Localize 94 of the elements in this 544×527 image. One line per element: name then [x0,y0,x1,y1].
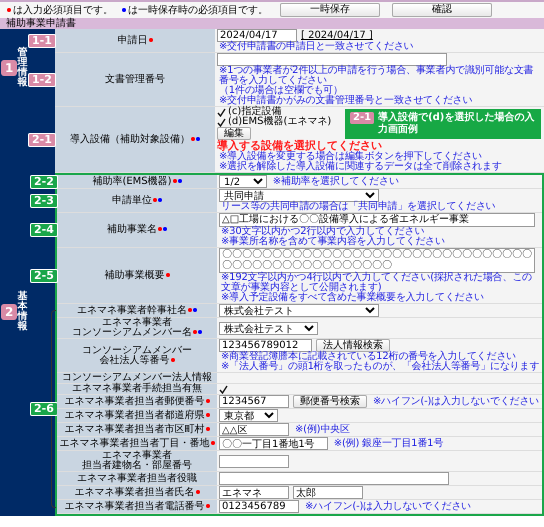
step-badge: 2-6 [30,402,58,416]
field-label: エネマネ事業者 [60,438,130,448]
select-field[interactable]: 共同申請 [219,189,379,202]
step-badge: 2-1 [350,112,374,124]
select-field[interactable]: 株式会社テスト [219,322,318,334]
input-field[interactable]: 0123456789 [219,500,299,513]
field-label: 手続担当有無 [142,383,202,394]
section-badge: 2 [1,304,18,320]
reference-date: [ 2024/04/17 ] [301,30,373,41]
action-button[interactable]: 法人情報検索 [316,339,390,352]
field-label: エネマネ事業者 [74,486,144,498]
note-text: ※「法人番号」の頭1桁を取ったものが、「会社法人等番号」になります [220,362,540,372]
note-text: ※交付申請書かがみの文書管理番号と一致させてください [218,96,472,106]
note-text: ※192文字以内かつ4行以内で入力してください(採択された場合、この文章が事業内容として公開されます) [220,273,533,293]
note-text: ※交付申請書の申請日と一致させてください [218,42,414,52]
note-text: ※ハイフン(-)は入力しないでください [304,502,471,512]
input-field[interactable]: △△区 [219,423,289,436]
legend-text: は一時保存時の必須項目です。 [128,4,268,16]
note-text: リース等の共同申請の場合は「共同申請」を選択してください [220,202,496,212]
section-badge: 1 [1,60,18,76]
toolbar-button[interactable]: 一時保存 [280,3,380,17]
input-field[interactable]: 〇〇一丁目1番地1号 [219,437,328,450]
select-field[interactable]: 株式会社テスト [219,304,379,317]
step-badge: 2-3 [30,194,58,208]
field-label: エネマネ事業者 [77,472,147,484]
input-field[interactable]: 123456789012 [219,339,312,352]
section-title: 管理情報 [17,48,28,88]
legend-text: は入力必須項目です。 [13,4,113,16]
input-field[interactable]: エネマネ [219,486,289,499]
note-text: ※ハイフン(-)は入力しないでください [372,396,539,406]
field-label: 担当者役職 [147,472,197,484]
toolbar-button[interactable]: 確認 [392,3,492,17]
field-label: 担当者市区町村 [134,424,204,434]
field-label: コンソーシアムメンバー [82,344,192,356]
field-label: 補助事業名 [107,224,157,235]
callout-text: 導入設備で(d)を選択した場合の入力画面例 [378,112,536,136]
action-button[interactable]: 編集 [217,127,251,140]
input-field[interactable]: 1234567 [219,395,289,408]
field-label: エネマネ事業者 [72,383,142,394]
field-label: 法人情報 [172,372,212,383]
field-label: エネマネ事業者 [64,396,134,406]
step-badge: 2-1 [28,132,56,146]
step-badge: 1-2 [28,72,56,86]
field-label: エネマネ事業者 [102,450,172,461]
field-label: コンソーシアムメンバー [62,372,172,383]
input-field[interactable] [217,53,447,66]
alert-text: 導入する設備を選択してください [217,140,382,152]
field-label: 担当者郵便番号 [134,396,204,406]
select-field[interactable]: 1/2 [219,175,267,188]
field-label: 担当者建物名・部屋番号 [82,460,192,471]
step-badge: 2-4 [30,223,58,237]
field-label: 担当者都道府県 [134,410,204,420]
field-label: 文書管理番号 [105,74,165,84]
step-badge: 2-2 [30,174,58,188]
field-label: 担当者電話番号 [134,500,204,512]
note-text: ※30文字以内かつ2行以内で入力してください [220,227,424,237]
field-label: 導入設備（補助対象設備） [70,134,190,144]
field-label: エネマネ事業者 [64,410,134,420]
check-label: (d)EMS機器(エネマネ) [228,117,332,127]
section-title: 基本情報 [17,292,28,332]
field-label: エネマネ事業者 [102,317,172,328]
note-text: ※選択を解除した導入設備に関連するデータは全て削除されます [218,162,502,172]
note-text: ※事業所名称を含めて事業内容を入力してください [220,237,445,247]
note-text: ※1つの事業者が2件以上の申請を行う場合、事業者内で識別可能な文書番号を入力してください [218,66,535,86]
input-field[interactable] [219,472,449,485]
step-badge: 2-5 [30,268,58,282]
field-label: 補助事業概要 [104,270,164,280]
check-label: (c)指定設備 [228,107,282,117]
field-label: 補助率(EMS機器) [92,176,172,186]
note-text: ※補助率を選択してください [272,176,399,186]
field-label: エネマネ事業者 [64,424,134,434]
field-label: コンソーシアムメンバー名 [72,327,192,338]
textarea-field[interactable]: 〇〇〇〇〇〇〇〇〇〇〇〇〇〇〇〇〇〇〇〇〇〇〇〇〇〇〇〇〇〇〇〇〇〇〇〇〇〇〇〇〇〇〇〇〇〇〇〇 [219,248,535,273]
field-label: 幹事社名 [147,304,187,316]
note-text: ※(例) 銀座一丁目1番1号 [332,438,444,448]
note-text: ※商業登記簿謄本に記載されている12桁の番号を入力してください [220,352,516,362]
field-label: 申請単位 [112,194,152,206]
field-label: 担当者丁目・番地 [130,438,210,448]
action-button[interactable]: 郵便番号検索 [293,395,367,408]
note-text: ※導入予定設備をすべて含めた事業概要を入力してください [220,293,484,303]
select-field[interactable]: 東京都 [219,409,278,422]
form-title: 補助事業申請書 [0,18,544,29]
note-text: ※導入設備を変更する場合は編集ボタンを押下してください [219,152,482,162]
field-label: エネマネ事業者 [64,500,134,512]
field-label: 会社法人等番号 [100,354,170,366]
field-label: エネマネ事業者 [77,304,147,316]
input-field[interactable] [219,454,289,468]
input-field[interactable]: 太郎 [293,486,363,499]
field-label: 担当者氏名 [144,486,194,498]
input-field[interactable]: 2024/04/17 [217,29,297,42]
note-text: （1件の場合は空欄でも可） [218,86,343,96]
step-badge: 1-1 [28,34,56,48]
field-label: 申請日 [118,34,148,46]
note-text: ※(例)中央区 [294,424,350,434]
